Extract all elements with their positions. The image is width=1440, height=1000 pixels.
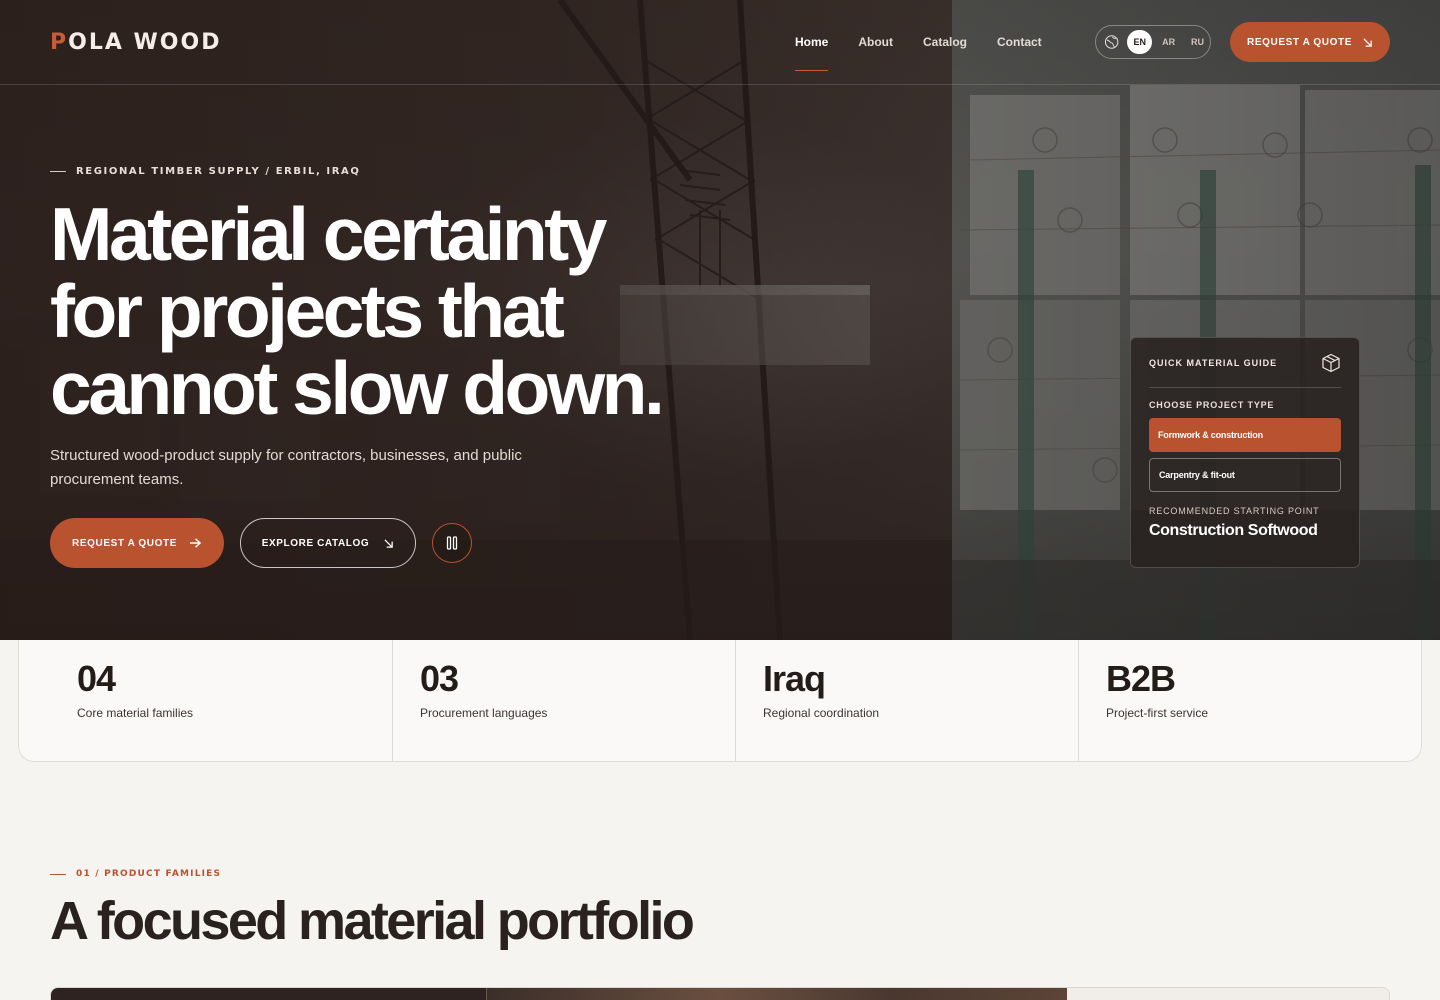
header-request-quote-label: REQUEST A QUOTE: [1247, 36, 1352, 48]
site-header: POLA WOOD Home About Catalog Contact EN …: [0, 0, 1440, 85]
stat-card: 04 Core material families: [19, 640, 393, 761]
section-eyebrow-text: 01 / PRODUCT FAMILIES: [76, 869, 222, 879]
hero-request-quote-button[interactable]: REQUEST A QUOTE: [50, 518, 224, 568]
product-card[interactable]: [487, 988, 1067, 1000]
main-nav: Home About Catalog Contact: [795, 35, 1042, 71]
stat-value: Iraq: [763, 658, 826, 699]
headline-line-2: for projects that: [50, 269, 565, 353]
guide-recommended-label: RECOMMENDED STARTING POINT: [1149, 506, 1320, 516]
stat-label: Procurement languages: [420, 706, 548, 720]
explore-catalog-button[interactable]: EXPLORE CATALOG: [240, 518, 416, 568]
stat-label: Regional coordination: [763, 706, 880, 720]
lang-option-en[interactable]: EN: [1127, 30, 1153, 54]
logo-text: OLA WOOD: [68, 30, 222, 55]
hero-request-quote-label: REQUEST A QUOTE: [72, 537, 177, 549]
stat-value: 04: [77, 658, 116, 699]
header-request-quote-button[interactable]: REQUEST A QUOTE: [1230, 22, 1390, 62]
stat-card: 03 Procurement languages: [393, 640, 736, 761]
project-type-carpentry[interactable]: Carpentry & fit-out: [1149, 458, 1341, 492]
section-title: A focused material portfolio: [50, 891, 695, 951]
arrow-down-right-icon: [384, 538, 394, 548]
stat-card: B2B Project-first service: [1079, 640, 1421, 761]
hero-subtext: Structured wood-product supply for contr…: [50, 447, 522, 488]
hero-eyebrow: REGIONAL TIMBER SUPPLY / ERBIL, IRAQ: [50, 166, 361, 177]
project-type-formwork[interactable]: Formwork & construction: [1149, 418, 1341, 452]
stat-value: 03: [420, 658, 459, 699]
pause-video-button[interactable]: [432, 523, 472, 563]
headline-line-1: Material certainty: [50, 192, 607, 276]
section-eyebrow-dash: [50, 873, 66, 875]
stat-label: Core material families: [77, 706, 194, 720]
hero-eyebrow-text: REGIONAL TIMBER SUPPLY / ERBIL, IRAQ: [76, 166, 361, 177]
nav-about[interactable]: About: [858, 35, 893, 71]
language-switcher: EN AR RU: [1095, 25, 1211, 59]
stat-card: Iraq Regional coordination: [736, 640, 1079, 761]
arrow-right-icon: [189, 538, 202, 548]
quick-material-guide: QUICK MATERIAL GUIDE CHOOSE PROJECT TYPE…: [1130, 337, 1360, 568]
lang-option-ru[interactable]: RU: [1185, 30, 1210, 54]
logo[interactable]: POLA WOOD: [50, 30, 221, 55]
headline-line-3: cannot slow down.: [50, 346, 665, 430]
nav-contact[interactable]: Contact: [997, 35, 1042, 71]
guide-project-type-label: CHOOSE PROJECT TYPE: [1149, 400, 1275, 410]
nav-home[interactable]: Home: [795, 35, 829, 71]
guide-header: QUICK MATERIAL GUIDE: [1149, 338, 1341, 388]
lang-option-ar[interactable]: AR: [1156, 30, 1181, 54]
eyebrow-dash: [50, 171, 66, 172]
pause-icon: [446, 536, 458, 550]
arrow-down-right-icon: [1363, 37, 1372, 47]
stats-bar: 04 Core material families 03 Procurement…: [18, 640, 1422, 762]
section-eyebrow: 01 / PRODUCT FAMILIES: [50, 869, 221, 879]
stat-label: Project-first service: [1106, 706, 1209, 720]
logo-initial: P: [50, 30, 69, 55]
product-family-cards: [50, 987, 1390, 1000]
globe-icon: [1104, 35, 1119, 49]
hero-section: POLA WOOD Home About Catalog Contact EN …: [0, 0, 1440, 640]
package-icon: [1322, 353, 1340, 372]
stat-value: B2B: [1106, 658, 1176, 699]
nav-catalog[interactable]: Catalog: [923, 35, 967, 71]
guide-title: QUICK MATERIAL GUIDE: [1149, 357, 1278, 368]
guide-recommended-value: Construction Softwood: [1149, 522, 1318, 539]
product-card[interactable]: [1067, 988, 1389, 1000]
explore-catalog-label: EXPLORE CATALOG: [261, 537, 370, 549]
product-card[interactable]: [51, 988, 487, 1000]
hero-headline: Material certainty for projects that can…: [50, 196, 750, 427]
